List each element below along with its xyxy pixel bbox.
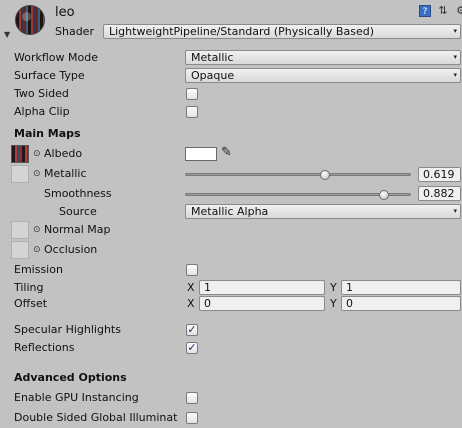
settings-sliders-icon[interactable]: ⇅ (437, 5, 449, 17)
occlusion-texture-slot[interactable] (11, 241, 29, 259)
checkmark-icon: ✓ (187, 341, 197, 354)
tiling-x-label: X (187, 281, 195, 294)
tiling-label: Tiling (14, 281, 44, 294)
offset-y-label: Y (330, 297, 337, 310)
tiling-y-field[interactable]: 1 (341, 280, 461, 295)
chevron-down-icon: ▾ (453, 53, 457, 61)
alpha-clip-label: Alpha Clip (14, 105, 70, 118)
occlusion-label: Occlusion (44, 243, 98, 256)
checkmark-icon: ✓ (187, 323, 197, 336)
two-sided-checkbox[interactable] (186, 88, 198, 100)
metallic-picker-icon[interactable]: ⊙ (33, 169, 41, 179)
eyedropper-icon[interactable]: ✎ (221, 145, 232, 160)
smoothness-label: Smoothness (44, 187, 112, 200)
metallic-slider-track[interactable] (185, 173, 411, 176)
albedo-color-swatch[interactable] (185, 147, 217, 161)
material-name: leo (55, 5, 75, 20)
two-sided-label: Two Sided (14, 87, 69, 100)
offset-x-label: X (187, 297, 195, 310)
surface-type-dropdown[interactable]: Opaque ▾ (185, 68, 461, 83)
reflections-label: Reflections (14, 341, 75, 354)
tiling-y-label: Y (330, 281, 337, 294)
double-sided-gi-label: Double Sided Global Illuminat (14, 411, 178, 424)
normal-map-label: Normal Map (44, 223, 111, 236)
main-maps-heading: Main Maps (14, 127, 81, 140)
smoothness-slider-thumb[interactable] (379, 190, 390, 200)
shader-dropdown[interactable]: LightweightPipeline/Standard (Physically… (103, 24, 461, 39)
metallic-slider-thumb[interactable] (319, 170, 330, 180)
help-book-icon[interactable]: ? (419, 5, 431, 17)
chevron-down-icon: ▾ (453, 71, 457, 79)
offset-x-field[interactable]: 0 (199, 296, 325, 311)
double-sided-gi-checkbox[interactable] (186, 412, 198, 424)
albedo-label: Albedo (44, 147, 83, 160)
emission-checkbox[interactable] (186, 264, 198, 276)
material-preview-thumbnail (15, 5, 45, 35)
metallic-label: Metallic (44, 167, 87, 180)
workflow-mode-label: Workflow Mode (14, 51, 98, 64)
surface-type-value: Opaque (191, 69, 235, 82)
tiling-x-field[interactable]: 1 (199, 280, 325, 295)
shader-dropdown-value: LightweightPipeline/Standard (Physically… (109, 25, 374, 38)
metallic-value-field[interactable]: 0.619 (418, 167, 461, 182)
normal-map-picker-icon[interactable]: ⊙ (33, 225, 41, 235)
alpha-clip-checkbox[interactable] (186, 106, 198, 118)
workflow-mode-value: Metallic (191, 51, 234, 64)
gpu-instancing-checkbox[interactable] (186, 392, 198, 404)
smoothness-value-field[interactable]: 0.882 (418, 186, 461, 201)
header-icons: ? ⇅ ⚙ (419, 5, 462, 17)
reflections-checkbox[interactable]: ✓ (186, 342, 198, 354)
offset-label: Offset (14, 297, 48, 310)
albedo-picker-icon[interactable]: ⊙ (33, 149, 41, 159)
specular-highlights-label: Specular Highlights (14, 323, 121, 336)
gear-icon[interactable]: ⚙ (455, 5, 462, 17)
smoothness-source-value: Metallic Alpha (191, 205, 269, 218)
occlusion-picker-icon[interactable]: ⊙ (33, 245, 41, 255)
offset-y-field[interactable]: 0 (341, 296, 461, 311)
specular-highlights-checkbox[interactable]: ✓ (186, 324, 198, 336)
smoothness-source-dropdown[interactable]: Metallic Alpha ▾ (185, 204, 461, 219)
smoothness-slider-track[interactable] (185, 193, 411, 196)
chevron-down-icon: ▾ (453, 27, 457, 35)
gpu-instancing-label: Enable GPU Instancing (14, 391, 139, 404)
shader-label: Shader (55, 25, 94, 38)
normal-map-texture-slot[interactable] (11, 221, 29, 239)
metallic-texture-slot[interactable] (11, 165, 29, 183)
chevron-down-icon: ▾ (453, 207, 457, 215)
source-label: Source (59, 205, 97, 218)
workflow-mode-dropdown[interactable]: Metallic ▾ (185, 50, 461, 65)
foldout-arrow-icon[interactable]: ▼ (4, 30, 10, 39)
emission-label: Emission (14, 263, 63, 276)
advanced-options-heading: Advanced Options (14, 371, 127, 384)
albedo-texture-slot[interactable] (11, 145, 29, 163)
surface-type-label: Surface Type (14, 69, 85, 82)
